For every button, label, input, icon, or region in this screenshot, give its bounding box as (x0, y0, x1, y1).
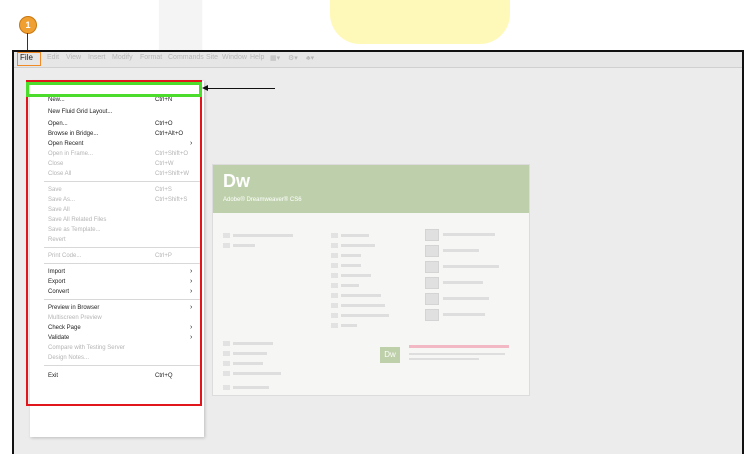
resources-line (233, 362, 263, 365)
problem-loading-text (409, 345, 509, 348)
feature-line-1 (443, 233, 495, 236)
new-line-8 (341, 304, 385, 307)
problem-line-1 (409, 353, 505, 355)
dw-small-logo: Dw (380, 347, 400, 363)
menu-commands[interactable]: Commands (168, 54, 204, 61)
exchange-line (233, 372, 281, 375)
feature-icon-4 (425, 277, 439, 289)
getting-started-icon (223, 341, 230, 346)
welcome-header (213, 165, 529, 213)
new-line-2 (341, 244, 375, 247)
recent-item-icon (223, 233, 230, 238)
file-menu-highlight (17, 52, 41, 66)
feature-line-6 (443, 313, 485, 316)
menubar: File Edit View Insert Modify Format Comm… (14, 52, 742, 68)
resources-icon (223, 361, 230, 366)
new-line-7 (341, 294, 381, 297)
new-html-icon (331, 233, 338, 238)
menu-view[interactable]: View (66, 54, 81, 61)
new-business-icon (331, 313, 338, 318)
welcome-screen: Dw Adobe® Dreamweaver® CS6 Dw (212, 164, 530, 396)
open-folder-icon (223, 243, 230, 248)
new-css-icon (331, 263, 338, 268)
exchange-icon (223, 371, 230, 376)
welcome-subtitle: Adobe® Dreamweaver® CS6 (223, 197, 302, 203)
new-line-10 (341, 324, 357, 327)
new-line-6 (341, 284, 359, 287)
new-line-3 (341, 254, 361, 257)
feature-line-5 (443, 297, 489, 300)
menu-window[interactable]: Window (222, 54, 247, 61)
feature-icon-3 (425, 261, 439, 273)
new-site-icon (331, 303, 338, 308)
settings-icon[interactable]: ⚙▾ (288, 54, 298, 62)
new-coldfusion-icon (331, 243, 338, 248)
dont-show-line (233, 386, 269, 389)
feature-line-4 (443, 281, 483, 284)
problem-line-2 (409, 358, 479, 360)
new-js-icon (331, 273, 338, 278)
new-line-4 (341, 264, 361, 267)
watermark-blob (330, 0, 510, 44)
new-line-9 (341, 314, 389, 317)
menu-site[interactable]: Site (206, 54, 218, 61)
arrow-line (207, 88, 275, 89)
feature-icon-5 (425, 293, 439, 305)
file-menu-highlight-box (26, 80, 202, 406)
menu-help[interactable]: Help (250, 54, 264, 61)
menu-edit[interactable]: Edit (47, 54, 59, 61)
open-line (233, 244, 255, 247)
getting-started-line (233, 342, 273, 345)
extend-icon[interactable]: ♣▾ (306, 54, 314, 62)
arrow-head-icon (202, 85, 208, 91)
new-item-highlight-box (26, 82, 202, 97)
dont-show-checkbox[interactable] (223, 385, 230, 390)
menu-insert[interactable]: Insert (88, 54, 106, 61)
new-fluid-icon (331, 293, 338, 298)
new-features-icon (223, 351, 230, 356)
menu-format[interactable]: Format (140, 54, 162, 61)
dreamweaver-logo: Dw (223, 171, 250, 191)
new-line-1 (341, 234, 369, 237)
new-xml-icon (331, 283, 338, 288)
recent-item-line (233, 234, 293, 237)
feature-icon-2 (425, 245, 439, 257)
menu-modify[interactable]: Modify (112, 54, 133, 61)
callout-1: 1 (19, 16, 37, 34)
feature-icon-1 (425, 229, 439, 241)
feature-line-3 (443, 265, 499, 268)
new-php-icon (331, 253, 338, 258)
feature-line-2 (443, 249, 479, 252)
feature-icon-6 (425, 309, 439, 321)
new-more-icon (331, 323, 338, 328)
layout-icon[interactable]: ▦▾ (270, 54, 280, 62)
new-features-line (233, 352, 267, 355)
new-line-5 (341, 274, 371, 277)
